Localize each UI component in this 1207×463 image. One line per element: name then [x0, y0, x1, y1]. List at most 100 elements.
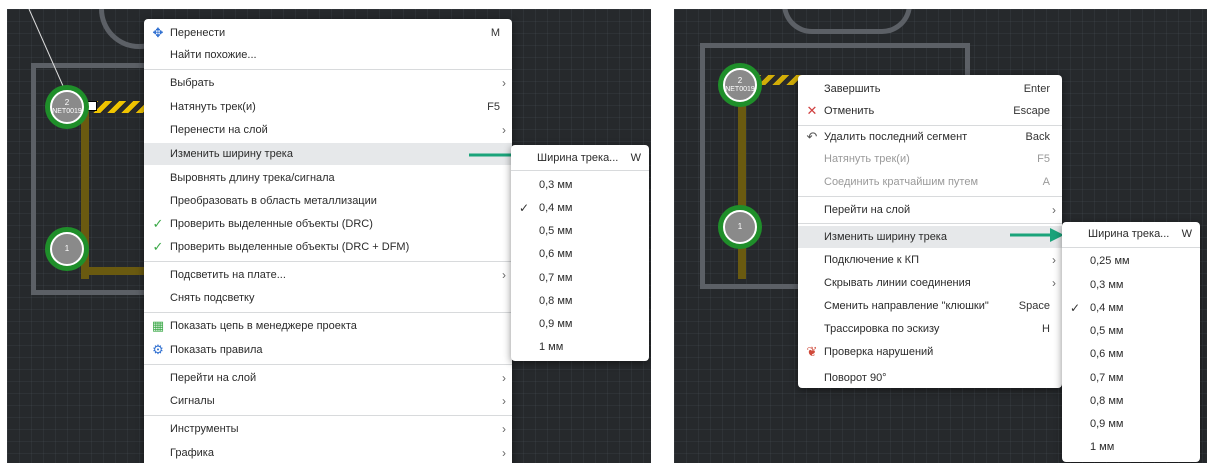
pad-2[interactable]: 2 NET0019	[45, 85, 89, 129]
menu-item-finish[interactable]: Завершить Enter	[798, 78, 1062, 100]
menu-item-convert-to-copper[interactable]: Преобразовать в область металлизации	[144, 190, 512, 212]
chevron-right-icon: ›	[502, 268, 506, 282]
track-width-submenu-right: Ширина трека... W 0,25 мм 0,3 мм ✓ 0,4 м…	[1062, 222, 1200, 462]
pad-2-number: 2	[737, 75, 743, 85]
menu-item-hide-ratsnest[interactable]: Скрывать линии соединения ›	[798, 272, 1062, 294]
drc-icon: ❦	[806, 344, 818, 359]
width-option[interactable]: 0,9 мм	[511, 313, 649, 335]
menu-item-change-direction[interactable]: Сменить направление "клюшки" Space	[798, 295, 1062, 317]
move-icon: ✥	[152, 25, 164, 40]
pad-1-number: 1	[64, 243, 70, 253]
pad-2-net: NET0019	[52, 107, 82, 115]
chevron-right-icon: ›	[502, 371, 506, 385]
menu-separator	[144, 69, 512, 70]
checkmark-icon: ✓	[519, 201, 530, 215]
chevron-right-icon: ›	[502, 394, 506, 408]
menu-item-move[interactable]: ✥ Перенести M	[144, 22, 512, 44]
chevron-right-icon: ›	[502, 446, 506, 460]
width-option[interactable]: 0,5 мм	[1062, 320, 1200, 342]
silkscreen-fragment	[782, 9, 912, 34]
check-icon: ✓	[152, 216, 164, 231]
menu-item-select[interactable]: Выбрать ›	[144, 72, 512, 94]
track-width-submenu-left: Ширина трека... W 0,3 мм ✓ 0,4 мм 0,5 мм…	[511, 145, 649, 361]
width-option[interactable]: 0,8 мм	[511, 290, 649, 312]
menu-item-sketch-routing[interactable]: Трассировка по эскизу H	[798, 318, 1062, 340]
chevron-right-icon: ›	[502, 76, 506, 90]
pad-1-number: 1	[737, 221, 743, 231]
menu-item-change-track-width[interactable]: Изменить ширину трека	[144, 143, 512, 165]
menu-separator	[798, 223, 1062, 224]
menu-separator	[144, 415, 512, 416]
menu-item-stretch-track[interactable]: Натянуть трек(и) F5	[144, 96, 512, 118]
menu-item-tools[interactable]: Инструменты ›	[144, 418, 512, 440]
menu-separator	[144, 364, 512, 365]
menu-item-pad-connection[interactable]: Подключение к КП ›	[798, 249, 1062, 271]
menu-item-shortest-path: Соединить кратчайшим путем A	[824, 176, 1050, 188]
pcb-canvas-left[interactable]: 2 NET0019 1 ✥ Перенести M Найти похожие.…	[7, 9, 651, 463]
menu-separator	[1062, 247, 1200, 248]
width-option[interactable]: 0,8 мм	[1062, 390, 1200, 412]
pad-2[interactable]: 2 NET0019	[718, 63, 762, 107]
chevron-right-icon: ›	[502, 422, 506, 436]
width-option[interactable]: 0,3 мм	[1062, 274, 1200, 296]
menu-item-delete-last-segment[interactable]: ↶ Удалить последний сегмент Back	[798, 126, 1062, 148]
pad-2-inner: 2 NET0019	[723, 68, 757, 102]
pad-2-net: NET0019	[725, 85, 755, 93]
menu-item-stretch-track: Натянуть трек(и) F5	[824, 153, 1050, 165]
menu-separator	[144, 261, 512, 262]
menu-item-graphics[interactable]: Графика ›	[144, 442, 512, 463]
pcb-canvas-right[interactable]: 2 NET0019 1 Завершить Enter ✕ Отменить E…	[674, 9, 1207, 463]
menu-item-go-to-layer[interactable]: Перейти на слой ›	[144, 367, 512, 389]
menu-item-move-to-layer[interactable]: Перенести на слой ›	[144, 119, 512, 141]
width-option[interactable]: 0,5 мм	[511, 220, 649, 242]
width-option[interactable]: 0,6 мм	[1062, 343, 1200, 365]
checkmark-icon: ✓	[1070, 301, 1081, 315]
menu-item-rotate-90[interactable]: Поворот 90°	[798, 366, 1062, 386]
width-option[interactable]: 1 мм	[511, 336, 649, 358]
menu-item-align-length[interactable]: Выровнять длину трека/сигнала	[144, 167, 512, 189]
chevron-right-icon: ›	[502, 123, 506, 137]
pad-1-inner: 1	[50, 232, 84, 266]
menu-item-highlight[interactable]: Подсветить на плате... ›	[144, 264, 512, 286]
pad-2-inner: 2 NET0019	[50, 90, 84, 124]
width-option[interactable]: 0,25 мм	[1062, 250, 1200, 272]
track-bottom	[81, 267, 151, 275]
chevron-right-icon: ›	[1052, 276, 1056, 290]
menu-item-clear-highlight[interactable]: Снять подсветку	[144, 287, 512, 309]
rules-icon: ⚙	[152, 342, 164, 357]
width-option-selected[interactable]: ✓ 0,4 мм	[1062, 297, 1200, 319]
menu-item-signals[interactable]: Сигналы ›	[144, 390, 512, 412]
track-vertical	[738, 99, 746, 279]
arrow-icon	[1010, 228, 1064, 242]
width-option[interactable]: 0,3 мм	[511, 174, 649, 196]
check-icon: ✓	[152, 239, 164, 254]
menu-item-go-to-layer[interactable]: Перейти на слой ›	[798, 199, 1062, 221]
selected-track[interactable]	[91, 101, 149, 113]
context-menu-left: ✥ Перенести M Найти похожие... Выбрать ›…	[144, 19, 512, 463]
width-option[interactable]: 0,9 мм	[1062, 413, 1200, 435]
width-option[interactable]: 0,6 мм	[511, 243, 649, 265]
pad-1[interactable]: 1	[718, 205, 762, 249]
menu-item-show-net[interactable]: ▦ Показать цепь в менеджере проекта	[144, 315, 512, 337]
menu-item-cancel[interactable]: ✕ Отменить Escape	[798, 100, 1062, 122]
menu-item-find-similar[interactable]: Найти похожие...	[144, 44, 512, 66]
menu-separator	[144, 312, 512, 313]
menu-item-drc-check[interactable]: ❦ Проверка нарушений	[798, 341, 1062, 363]
submenu-item-custom-width[interactable]: Ширина трека... W	[1062, 223, 1200, 245]
menu-separator	[511, 170, 649, 171]
menu-item-show-rules[interactable]: ⚙ Показать правила	[144, 339, 512, 361]
chevron-right-icon: ›	[1052, 203, 1056, 217]
width-option-selected[interactable]: ✓ 0,4 мм	[511, 197, 649, 219]
width-option[interactable]: 0,7 мм	[1062, 367, 1200, 389]
menu-item-drc[interactable]: ✓ Проверить выделенные объекты (DRC)	[144, 213, 512, 235]
chevron-right-icon: ›	[1052, 253, 1056, 267]
undo-icon: ↶	[806, 129, 818, 144]
net-manager-icon: ▦	[151, 318, 165, 333]
menu-item-drc-dfm[interactable]: ✓ Проверить выделенные объекты (DRC + DF…	[144, 236, 512, 258]
cancel-icon: ✕	[806, 103, 818, 118]
width-option[interactable]: 0,7 мм	[511, 267, 649, 289]
submenu-item-custom-width[interactable]: Ширина трека... W	[511, 147, 649, 169]
pad-1[interactable]: 1	[45, 227, 89, 271]
width-option[interactable]: 1 мм	[1062, 436, 1200, 458]
pad-1-inner: 1	[723, 210, 757, 244]
